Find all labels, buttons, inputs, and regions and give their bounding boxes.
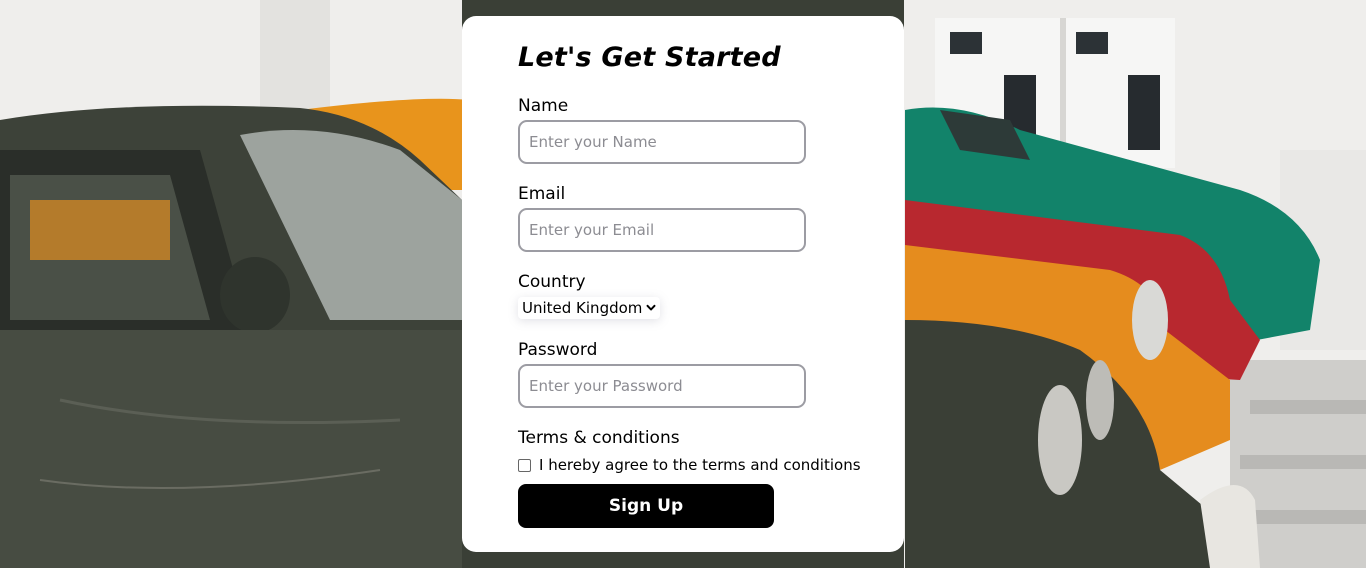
email-input[interactable] <box>518 208 806 252</box>
chevron-down-icon <box>646 304 656 311</box>
form-title: Let's Get Started <box>518 42 781 73</box>
sign-up-button[interactable]: Sign Up <box>518 484 774 528</box>
country-selected-value: United Kingdom <box>522 299 643 317</box>
terms-checkbox-label: I hereby agree to the terms and conditio… <box>539 456 861 474</box>
terms-heading: Terms & conditions <box>518 428 680 448</box>
email-label: Email <box>518 184 566 204</box>
country-select[interactable]: United Kingdom <box>518 297 661 319</box>
name-input[interactable] <box>518 120 806 164</box>
name-label: Name <box>518 96 569 116</box>
terms-row: I hereby agree to the terms and conditio… <box>518 456 861 474</box>
password-input[interactable] <box>518 364 806 408</box>
signup-card: Let's Get Started Name Email Country Uni… <box>462 16 904 552</box>
password-label: Password <box>518 340 598 360</box>
country-label: Country <box>518 272 586 292</box>
terms-checkbox[interactable] <box>518 458 531 472</box>
